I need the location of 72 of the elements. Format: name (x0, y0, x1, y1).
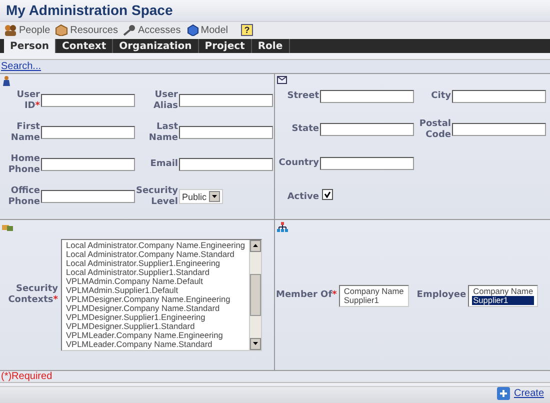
text-field[interactable] (41, 126, 135, 140)
field-label: Office Phone (8, 186, 40, 208)
required-note: (*)Required (0, 370, 550, 383)
tab[interactable]: Person (4, 39, 56, 54)
list-option[interactable]: Company Name (342, 286, 405, 296)
toolbar-button[interactable]: Model (186, 24, 228, 36)
help-button[interactable]: ? (241, 24, 253, 36)
scrollbar-thumb[interactable] (250, 274, 261, 316)
field-label: Employee (416, 290, 466, 302)
plus-icon[interactable] (496, 387, 510, 400)
field-label: User ID* (16, 90, 40, 112)
field-label: First Name (10, 122, 40, 144)
list-option[interactable]: Local Administrator.Company Name.Standard (65, 250, 246, 259)
list-option[interactable]: VPLMLeader.Company Name.Engineering (65, 330, 246, 340)
list-option[interactable]: VPLMLeader.Company Name.Standard (65, 340, 246, 349)
list-option[interactable]: Local Administrator.Supplier1.Standard (65, 268, 246, 277)
field-label: Home Phone (8, 154, 40, 176)
person-icon (2, 76, 11, 86)
search-link[interactable]: Search... (1, 60, 42, 72)
box-icon (55, 24, 68, 36)
scroll-up-icon[interactable] (250, 240, 261, 252)
create-link[interactable]: Create (514, 388, 544, 399)
field-label: Member Of* (276, 290, 337, 302)
people-icon (4, 24, 17, 36)
list-option[interactable]: Supplier1 (342, 296, 405, 305)
text-field[interactable] (41, 158, 135, 172)
field-label: Security Contexts* (8, 284, 58, 306)
toolbar-button[interactable]: Accesses (122, 24, 181, 36)
text-field[interactable] (320, 90, 414, 103)
text-field[interactable] (320, 123, 414, 136)
envelope-icon (277, 76, 287, 84)
text-field[interactable] (179, 94, 273, 108)
list-option[interactable]: VPLMDesigner.Company Name.Standard (65, 304, 246, 313)
field-label: User Alias (153, 90, 178, 112)
cube-icon (186, 24, 199, 36)
security-level-select[interactable]: Public (179, 189, 223, 204)
field-label: Street (287, 90, 319, 102)
caret-icon (212, 195, 217, 198)
security-contexts-list[interactable] (61, 238, 262, 351)
field-label: Email (150, 159, 178, 170)
field-label: Active (287, 192, 319, 202)
field-label: Postal Code (419, 118, 451, 141)
page-title: My Administration Space (6, 2, 173, 18)
text-field[interactable] (41, 190, 135, 204)
list-option[interactable]: VPLMAdmin.Company Name.Default (65, 276, 246, 286)
employee-list[interactable]: Company Name Supplier1 (468, 284, 538, 307)
text-field[interactable] (320, 156, 414, 170)
scroll-down-icon[interactable] (250, 338, 261, 350)
field-label: State (292, 124, 319, 136)
text-field[interactable] (452, 123, 546, 136)
text-field[interactable] (452, 90, 546, 103)
list-option[interactable]: VPLMDesigner.Supplier1.Engineering (65, 312, 246, 322)
field-label: City (431, 90, 451, 102)
list-option[interactable]: Local Administrator.Company Name.Engineering (65, 240, 246, 250)
org-chart-icon (277, 222, 288, 232)
text-field[interactable] (179, 126, 273, 140)
field-label: Security Level (136, 186, 178, 208)
member-of-list[interactable]: Company Name Supplier1 (338, 284, 409, 307)
list-option[interactable]: VPLMDesigner.Company Name.Engineering (65, 294, 246, 304)
active-checkbox[interactable] (322, 189, 333, 200)
text-field[interactable] (179, 158, 273, 172)
field-label: Country (278, 158, 319, 169)
list-option[interactable]: VPLMDesigner.Supplier1.Standard (65, 322, 246, 331)
toolbar-button[interactable]: Resources (55, 24, 118, 36)
field-label: Last Name (148, 122, 178, 144)
text-field[interactable] (41, 94, 135, 108)
list-option[interactable]: Company Name (472, 286, 534, 296)
toolbar-button[interactable]: People (4, 24, 50, 36)
key-icon (122, 24, 136, 36)
list-option[interactable]: VPLMAdmin.Supplier1.Default (65, 286, 246, 295)
list-option[interactable]: Local Administrator.Supplier1.Engineering (65, 258, 246, 268)
list-option[interactable]: Supplier1 (472, 296, 534, 305)
